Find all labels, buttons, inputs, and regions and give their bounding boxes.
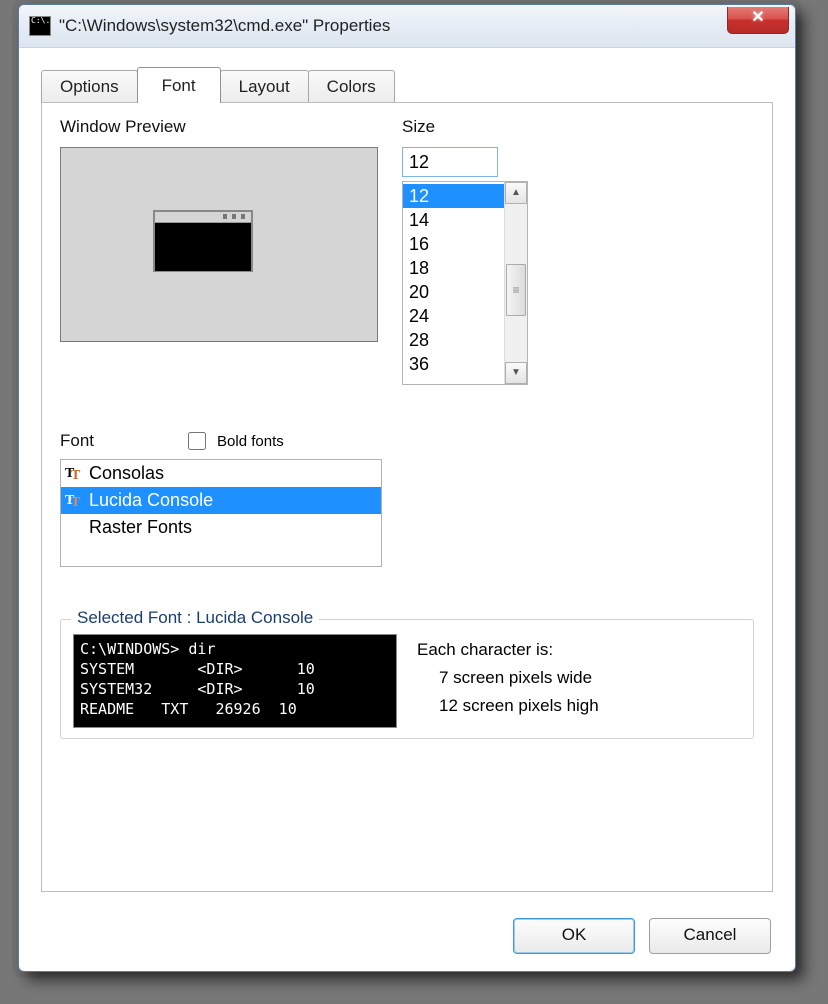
tabstrip: Options Font Layout Colors <box>41 66 773 102</box>
size-option[interactable]: 14 <box>409 208 504 232</box>
bold-fonts-checkbox[interactable]: Bold fonts <box>184 429 284 453</box>
titlebar: "C:\Windows\system32\cmd.exe" Properties… <box>19 5 795 48</box>
font-option[interactable]: Raster Fonts <box>61 514 381 541</box>
scroll-down-button[interactable]: ▼ <box>505 362 527 384</box>
truetype-icon: TT <box>65 487 85 514</box>
bold-fonts-label: Bold fonts <box>217 433 284 450</box>
selected-font-groupbox: Selected Font : Lucida Console C:\WINDOW… <box>60 619 754 739</box>
size-section: Size 12 14 16 18 20 24 28 36 <box>402 117 532 385</box>
char-height-text: 12 screen pixels high <box>417 692 599 720</box>
client-area: Options Font Layout Colors Window Previe… <box>19 48 795 972</box>
font-option[interactable]: TT Lucida Console <box>61 487 381 514</box>
font-label: Font <box>60 431 94 451</box>
font-listbox[interactable]: TT Consolas TT Lucida Console Raster Fon… <box>60 459 382 567</box>
truetype-icon: TT <box>65 460 85 487</box>
char-width-text: 7 screen pixels wide <box>417 664 599 692</box>
size-option[interactable]: 20 <box>409 280 504 304</box>
window-preview-label: Window Preview <box>60 117 378 137</box>
size-option[interactable]: 28 <box>409 328 504 352</box>
window-preview-section: Window Preview <box>60 117 378 385</box>
font-sample-preview: C:\WINDOWS> dir SYSTEM <DIR> 10 SYSTEM32… <box>73 634 397 728</box>
size-option[interactable]: 16 <box>409 232 504 256</box>
cmd-icon <box>29 16 51 36</box>
size-input[interactable] <box>402 147 498 177</box>
size-label: Size <box>402 117 532 137</box>
close-button[interactable]: ✕ <box>727 7 789 34</box>
window-preview-box <box>60 147 378 342</box>
properties-dialog: "C:\Windows\system32\cmd.exe" Properties… <box>18 4 796 972</box>
character-info: Each character is: 7 screen pixels wide … <box>417 634 599 720</box>
font-option[interactable]: TT Consolas <box>61 460 381 487</box>
tab-options[interactable]: Options <box>41 70 138 102</box>
font-name: Lucida Console <box>89 487 213 514</box>
window-title: "C:\Windows\system32\cmd.exe" Properties <box>59 16 390 36</box>
scroll-up-button[interactable]: ▲ <box>505 182 527 204</box>
bold-fonts-checkbox-input[interactable] <box>188 432 206 450</box>
size-option[interactable]: 18 <box>409 256 504 280</box>
tab-colors[interactable]: Colors <box>308 70 395 102</box>
tab-layout[interactable]: Layout <box>220 70 309 102</box>
tab-panel-font: Window Preview Size 12 14 <box>41 102 773 892</box>
ok-button[interactable]: OK <box>513 918 635 954</box>
preview-miniwindow <box>153 210 253 272</box>
size-option[interactable]: 24 <box>409 304 504 328</box>
scroll-thumb[interactable] <box>506 264 526 316</box>
selected-font-title: Selected Font : Lucida Console <box>71 608 319 628</box>
char-info-heading: Each character is: <box>417 636 599 664</box>
font-name: Raster Fonts <box>89 514 192 541</box>
size-option[interactable]: 12 <box>403 184 504 208</box>
tab-font[interactable]: Font <box>137 67 221 103</box>
cancel-button[interactable]: Cancel <box>649 918 771 954</box>
dialog-buttons: OK Cancel <box>513 918 771 954</box>
font-name: Consolas <box>89 460 164 487</box>
scrollbar-vertical[interactable]: ▲ ▼ <box>504 182 527 384</box>
size-option[interactable]: 36 <box>409 352 504 376</box>
scroll-track[interactable] <box>505 204 527 362</box>
size-listbox[interactable]: 12 14 16 18 20 24 28 36 ▲ <box>402 181 528 385</box>
